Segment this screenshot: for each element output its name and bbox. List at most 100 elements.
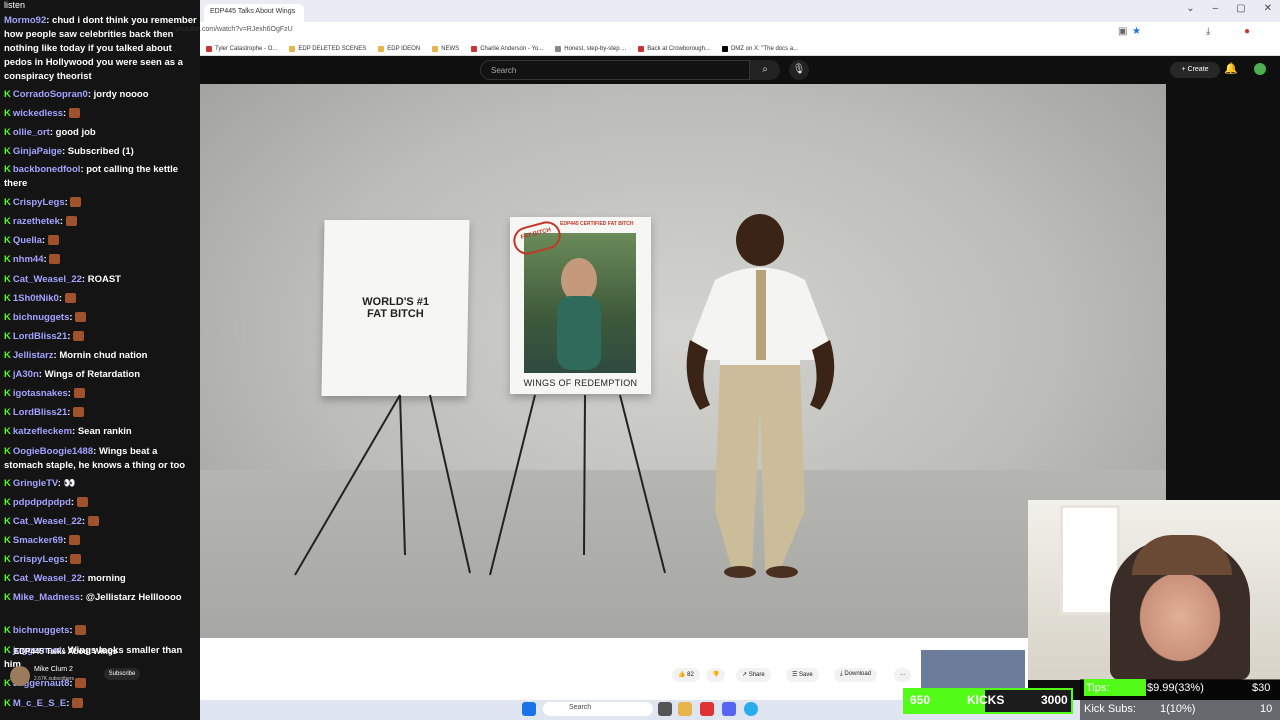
chat-username[interactable]: katzefleckem <box>13 426 72 437</box>
chat-username[interactable]: Cat_Weasel_22 <box>13 573 82 584</box>
chat-username[interactable]: GringleTV <box>13 478 58 489</box>
chat-username[interactable]: bichnuggets <box>13 625 69 636</box>
bookmark-item[interactable]: Charlie Anderson - Yo... <box>471 45 543 52</box>
bookmark-item[interactable]: Tyler Catastrophe - O... <box>206 45 277 52</box>
like-button[interactable]: 👍 82 <box>672 668 700 682</box>
kick-badge-icon: K <box>4 216 11 227</box>
chat-message: K M_c_E_S_E: <box>4 697 196 711</box>
chat-message-top: Mormo92: chud i dont think you remember … <box>4 15 197 82</box>
extensions-icon[interactable]: ▣ <box>1118 26 1127 37</box>
more-actions-button[interactable]: ... <box>894 668 912 682</box>
chat-username[interactable]: Mike_Madness <box>13 592 80 603</box>
kick-badge-icon: K <box>4 497 11 508</box>
kick-badge-icon: K <box>4 698 11 709</box>
chrome-icon[interactable] <box>700 702 714 716</box>
download-icon[interactable]: ⤓ <box>1206 26 1210 37</box>
chat-username[interactable]: jA30n <box>13 369 39 380</box>
emote-icon <box>75 678 87 689</box>
subscribe-button[interactable]: Subscribe <box>104 668 140 680</box>
x-favicon-icon <box>721 45 728 52</box>
chat-username[interactable]: pdpdpdpdpd <box>13 497 71 508</box>
dislike-button[interactable]: 👎 <box>706 668 726 682</box>
discord-icon[interactable] <box>722 702 736 716</box>
kicks-target: 3000 <box>1041 693 1068 707</box>
kick-badge-icon: K <box>4 197 11 208</box>
chat-message: K Mike_Madness: @Jellistarz Hellloooo <box>4 592 182 603</box>
chat-username[interactable]: LordBliss21 <box>13 331 67 342</box>
chat-username[interactable]: Smacker69 <box>13 535 63 546</box>
chat-username[interactable]: Jellistarz <box>13 350 54 361</box>
kick-badge-icon: K <box>4 625 11 636</box>
telegram-icon[interactable] <box>744 702 758 716</box>
easels <box>294 394 666 576</box>
chat-username[interactable]: Cat_Weasel_22 <box>13 274 82 285</box>
chevron-down-icon[interactable]: ⌄ <box>1186 3 1194 14</box>
maximize-icon[interactable]: ▢ <box>1236 3 1245 14</box>
chat-username[interactable]: Cat_Weasel_22 <box>13 516 82 527</box>
file-explorer-icon[interactable] <box>678 702 692 716</box>
microphone-icon[interactable]: 🎙 <box>789 60 809 80</box>
chat-message: Kbackbonedfool: pot calling the kettle t… <box>4 164 179 189</box>
bookmark-star-icon[interactable]: ★ <box>1132 26 1141 37</box>
bookmark-item[interactable]: DMZ on X: "The docs a... <box>721 45 798 52</box>
chat-username[interactable]: Quella <box>13 235 42 246</box>
channel-avatar[interactable] <box>10 666 30 686</box>
chat-username[interactable]: bichnuggets <box>13 312 69 323</box>
chat-text: @Jellistarz Hellloooo <box>85 592 182 603</box>
close-icon[interactable]: ✕ <box>1264 3 1272 14</box>
chat-username[interactable]: wickedless <box>13 108 63 119</box>
chat-username[interactable]: CrispyLegs <box>13 197 65 208</box>
chat-username[interactable]: razethetek <box>13 216 60 227</box>
kicks-label: KICKS <box>967 693 1005 707</box>
chat-username[interactable]: CorradoSopran0 <box>13 89 88 100</box>
kick-badge-icon: K <box>4 164 11 175</box>
emote-icon <box>76 497 88 508</box>
chat-username[interactable]: CrispyLegs <box>13 554 65 565</box>
avatar[interactable] <box>1254 63 1266 75</box>
search-icon[interactable]: ⌕ <box>750 60 780 80</box>
kick-badge-icon: K <box>4 573 11 584</box>
folder-icon <box>289 45 296 52</box>
video-info-area <box>200 638 1028 690</box>
chat-username[interactable]: igotasnakes <box>13 388 68 399</box>
bookmark-item[interactable]: Back at Crowborough... <box>638 45 710 52</box>
bookmark-item[interactable]: EDP IDEON <box>378 45 420 52</box>
create-button[interactable]: + Create <box>1170 62 1220 78</box>
save-button[interactable]: ☰ Save <box>786 668 819 682</box>
download-button[interactable]: ⤓ Download <box>834 668 878 682</box>
emote-icon <box>47 235 59 246</box>
youtube-favicon-icon <box>471 45 478 52</box>
profile-icon[interactable]: ● <box>1244 26 1250 37</box>
chat-username[interactable]: GinjaPaige <box>13 146 62 157</box>
youtube-search-input[interactable]: Search <box>480 60 750 80</box>
chat-text: 👀 <box>63 478 76 489</box>
bookmark-item[interactable]: EDP DELETED SCENES <box>289 45 366 52</box>
share-button[interactable]: ↗ Share <box>736 668 771 682</box>
board1-line1: WORLD'S #1 <box>362 296 430 308</box>
task-view-icon[interactable] <box>658 702 672 716</box>
chat-username[interactable]: ollie_ort <box>13 127 50 138</box>
chat-username[interactable]: M_c_E_S_E <box>13 698 66 709</box>
kick-badge-icon: K <box>4 426 11 437</box>
taskbar-search[interactable]: Search <box>543 702 653 716</box>
chat-username[interactable]: LordBliss21 <box>13 407 67 418</box>
chat-username[interactable]: backbonedfool <box>13 164 81 175</box>
chat-username[interactable]: 1Sh0tNik0 <box>13 293 59 304</box>
web-favicon-icon <box>555 45 562 52</box>
board2-caption: WINGS OF REDEMPTION <box>523 378 638 388</box>
bookmark-item[interactable]: NEWS <box>432 45 459 52</box>
up-next-thumbnail[interactable] <box>921 650 1025 690</box>
kick-badge-icon: K <box>4 89 11 100</box>
channel-name[interactable]: Mike Clum 2 <box>34 666 73 673</box>
chat-username[interactable]: nhm44 <box>13 254 44 265</box>
windows-start-icon[interactable] <box>522 702 536 716</box>
bell-icon[interactable]: 🔔 <box>1224 62 1238 75</box>
chat-message: K Quella: <box>4 234 196 248</box>
bookmark-item[interactable]: Honest, step-by-step ... <box>555 45 626 52</box>
folder-icon <box>432 45 439 52</box>
portrait-man-figure <box>557 258 601 370</box>
chat-username[interactable]: OogieBoogie1488 <box>13 446 93 457</box>
bookmark-favicon-icon <box>206 45 212 52</box>
browser-tab[interactable]: EDP445 Talks About Wings <box>204 4 304 22</box>
minimize-icon[interactable]: – <box>1213 3 1219 14</box>
